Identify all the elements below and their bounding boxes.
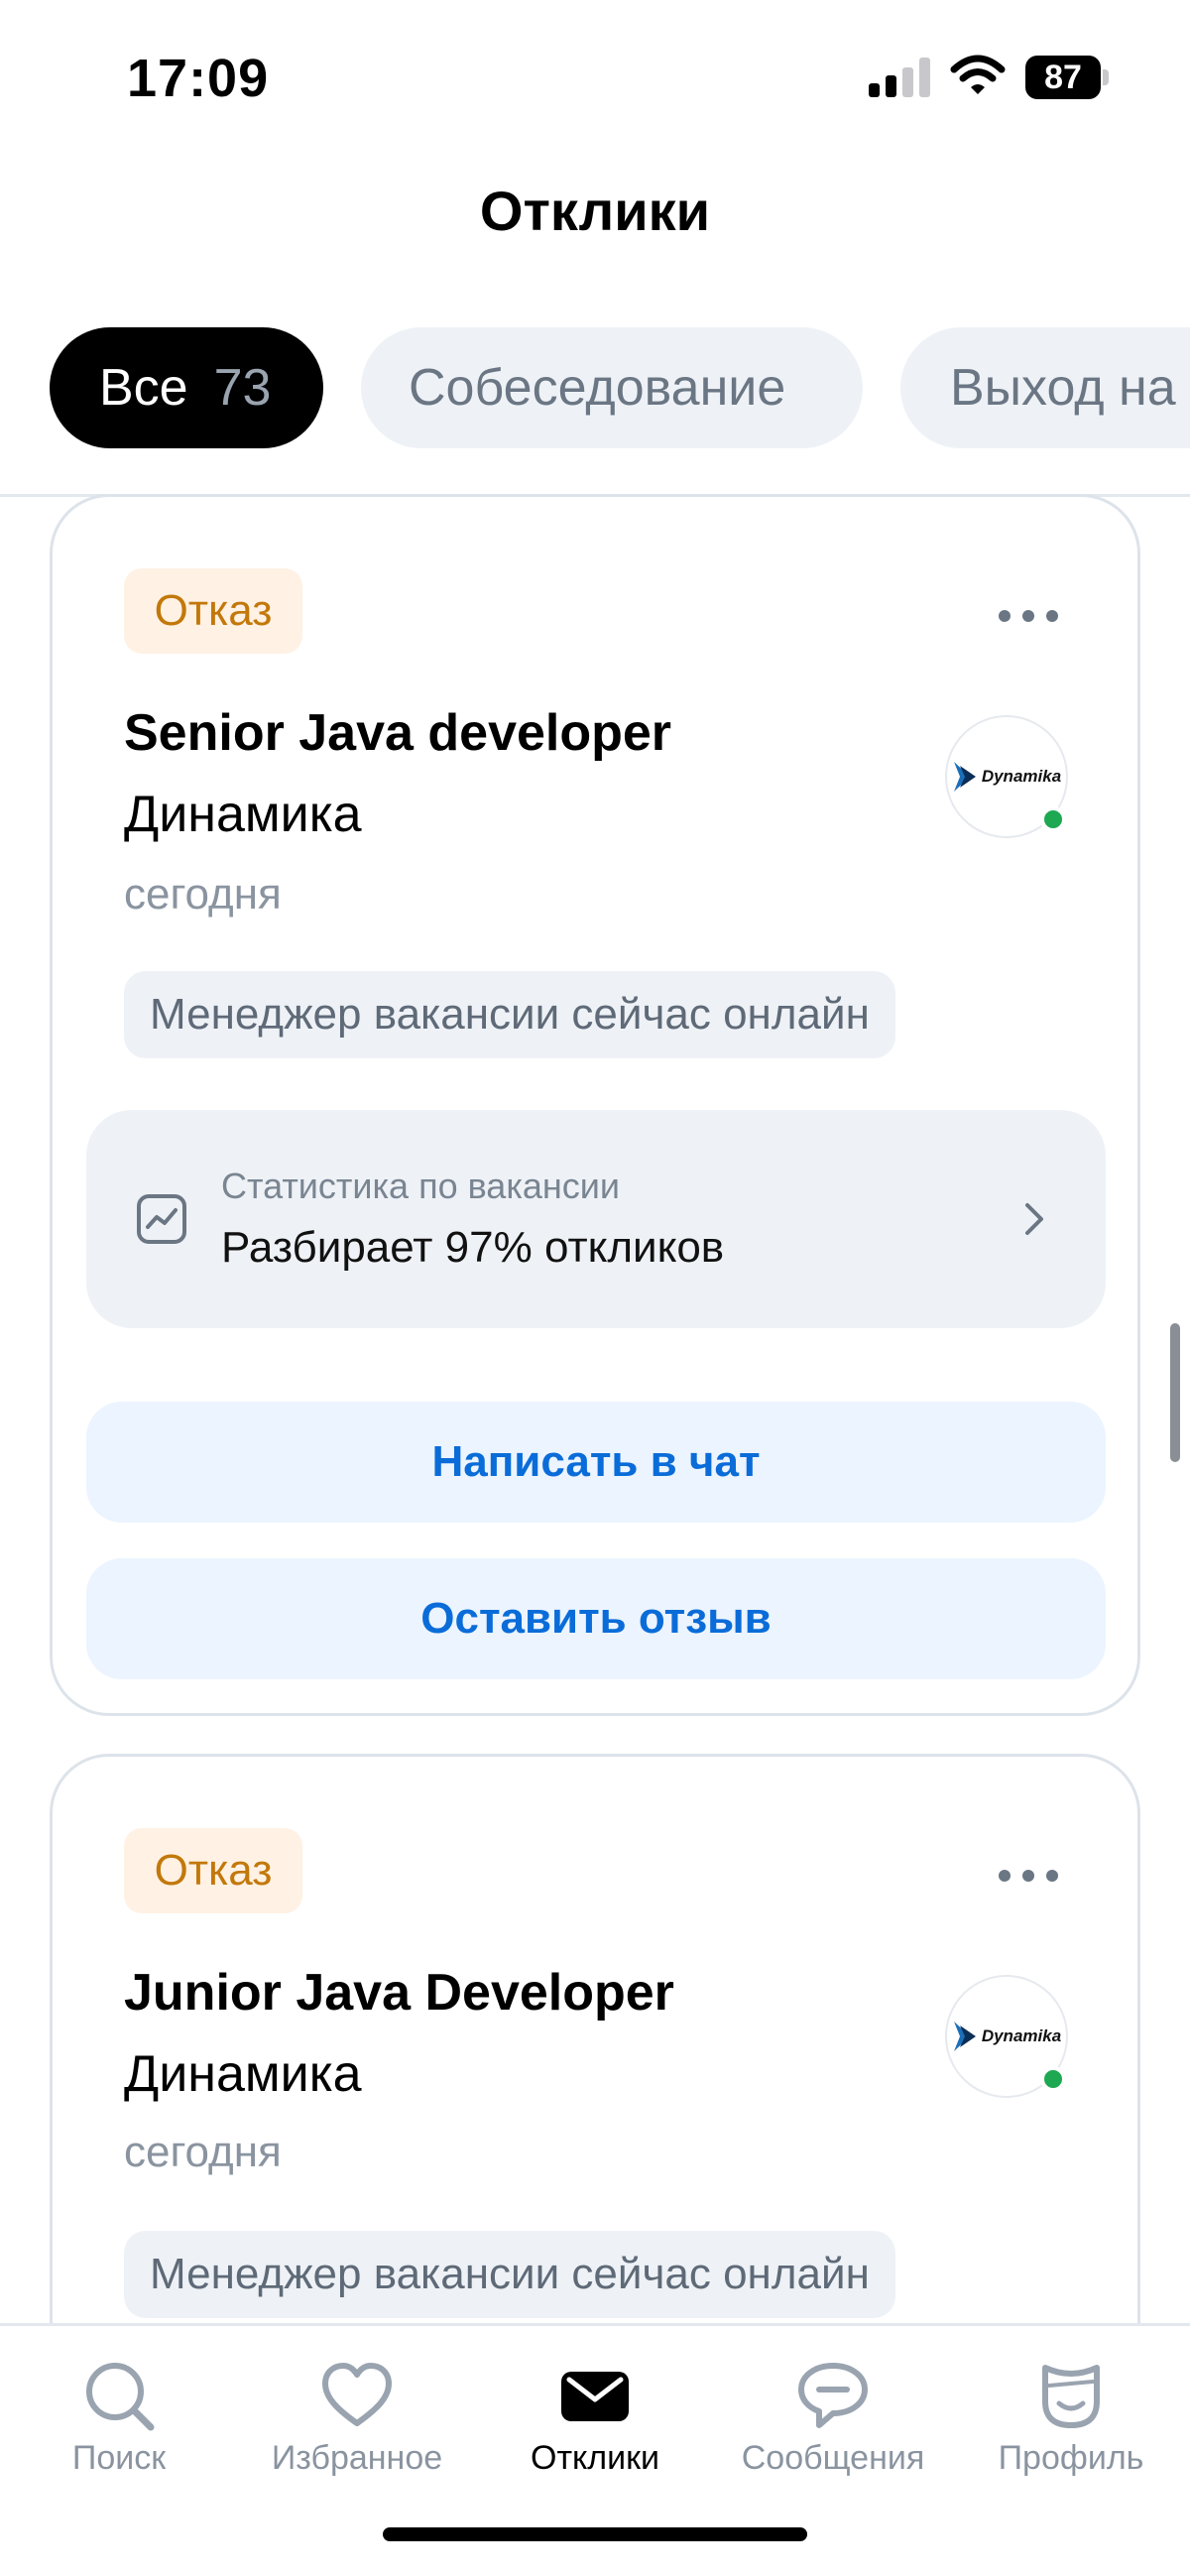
nav-favorites[interactable]: Избранное (238, 2346, 476, 2495)
company-name[interactable]: Динамика (124, 785, 362, 844)
more-options-icon[interactable] (999, 1866, 1058, 1886)
tab-interview-label: Собеседование (409, 359, 786, 417)
profile-icon (1042, 2365, 1100, 2428)
responses-screen: 17:09 87 Отклики Все 73 Собеседование Вы… (0, 0, 1190, 2576)
response-date: сегодня (124, 870, 282, 919)
tab-all-count: 73 (213, 359, 272, 417)
nav-search-label: Поиск (71, 2439, 167, 2477)
nav-profile[interactable]: Профиль (952, 2346, 1190, 2495)
envelope-icon (561, 2372, 629, 2421)
manager-online-tag: Менеджер вакансии сейчас онлайн (124, 971, 895, 1058)
tab-job-start[interactable]: Выход на (900, 327, 1190, 448)
status-time: 17:09 (127, 49, 270, 108)
logo-text: Dynamika (981, 767, 1062, 786)
heart-icon (322, 2363, 392, 2426)
status-badge: Отказ (124, 568, 302, 654)
leave-review-button[interactable]: Оставить отзыв (86, 1558, 1106, 1679)
manager-online-tag: Менеджер вакансии сейчас онлайн (124, 2231, 895, 2318)
more-options-icon[interactable] (999, 606, 1058, 626)
filter-tabs: Все 73 Собеседование Выход на (0, 327, 1190, 450)
stats-label: Статистика по вакансии (221, 1165, 620, 1206)
tab-all[interactable]: Все 73 (50, 327, 323, 448)
scrollbar[interactable] (1170, 1323, 1180, 1462)
battery-level: 87 (1025, 56, 1101, 99)
page-title: Отклики (479, 180, 711, 242)
write-to-chat-button[interactable]: Написать в чат (86, 1402, 1106, 1523)
dynamika-logo-icon (953, 762, 976, 792)
nav-responses[interactable]: Отклики (476, 2346, 714, 2495)
job-title[interactable]: Senior Java developer (124, 703, 671, 763)
nav-messages-label: Сообщения (741, 2439, 925, 2477)
online-indicator (1040, 2066, 1066, 2092)
status-badge: Отказ (124, 1828, 302, 1913)
vacancy-stats[interactable]: Статистика по вакансии Разбирает 97% отк… (86, 1110, 1106, 1328)
tab-all-label: Все (99, 359, 188, 417)
company-name[interactable]: Динамика (124, 2044, 362, 2104)
nav-profile-label: Профиль (998, 2439, 1144, 2477)
job-title[interactable]: Junior Java Developer (124, 1963, 674, 2023)
response-date: сегодня (124, 2128, 282, 2176)
chevron-right-icon (1025, 1203, 1043, 1235)
search-icon (86, 2363, 155, 2431)
online-indicator (1040, 806, 1066, 832)
chat-bubble-icon (798, 2363, 868, 2428)
nav-search[interactable]: Поиск (0, 2346, 238, 2495)
dynamika-logo-icon (953, 2022, 976, 2051)
nav-responses-label: Отклики (531, 2439, 659, 2477)
cellular-signal-icon (869, 58, 930, 97)
tab-job-start-label: Выход на (950, 359, 1176, 417)
stats-value: Разбирает 97% откликов (221, 1223, 725, 1272)
nav-favorites-label: Избранное (271, 2439, 443, 2477)
logo-text: Dynamika (981, 2026, 1062, 2045)
wifi-icon (950, 55, 1006, 94)
battery-icon: 87 (1025, 56, 1109, 99)
tab-interview[interactable]: Собеседование (361, 327, 863, 448)
home-indicator[interactable] (383, 2527, 807, 2541)
company-logo[interactable]: Dynamika (945, 715, 1068, 838)
status-bar: 17:09 87 (0, 0, 1190, 149)
nav-messages[interactable]: Сообщения (714, 2346, 952, 2495)
company-logo[interactable]: Dynamika (945, 1975, 1068, 2098)
stats-chart-icon (137, 1194, 186, 1244)
response-card[interactable]: Отказ Senior Java developer Динамика сег… (50, 494, 1140, 1716)
